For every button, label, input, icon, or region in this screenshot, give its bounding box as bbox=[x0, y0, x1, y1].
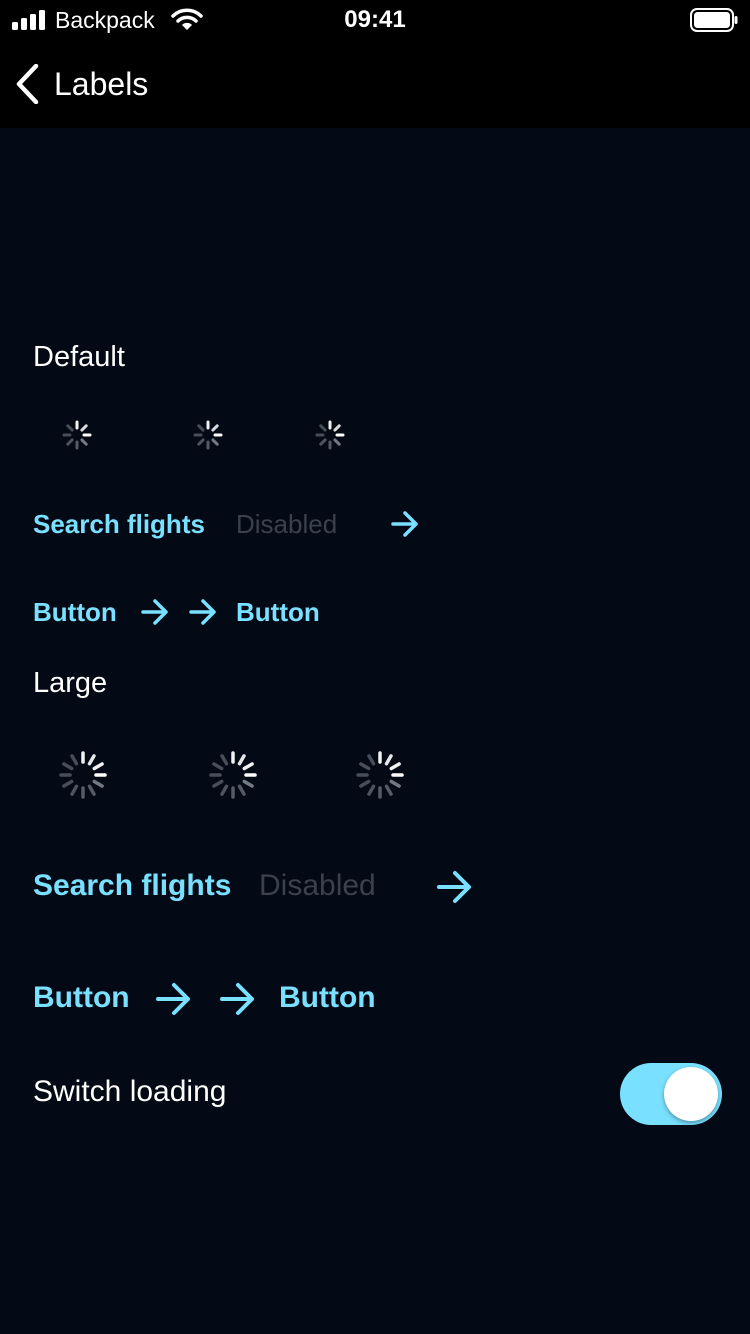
loading-spinner-icon bbox=[315, 420, 345, 450]
section-title-default: Default bbox=[33, 341, 125, 373]
switch-loading-label: Switch loading bbox=[33, 1075, 227, 1108]
disabled-button: Disabled bbox=[236, 509, 338, 539]
loading-spinner-icon bbox=[209, 751, 257, 799]
button-with-leading-arrow[interactable]: Button bbox=[236, 596, 320, 628]
arrow-right-icon[interactable] bbox=[141, 599, 169, 625]
section-title-large: Large bbox=[33, 667, 108, 699]
button-with-leading-arrow-large[interactable]: Button bbox=[279, 980, 376, 1016]
toggle-knob bbox=[664, 1067, 718, 1121]
search-flights-button[interactable]: Search flights bbox=[33, 508, 205, 540]
loading-spinner-icon bbox=[356, 751, 404, 799]
button-with-trailing-arrow[interactable]: Button bbox=[33, 596, 117, 628]
arrow-right-icon[interactable] bbox=[437, 870, 473, 904]
status-bar: Backpack 09:41 bbox=[0, 0, 750, 40]
switch-loading-toggle[interactable] bbox=[620, 1063, 722, 1125]
arrow-right-icon[interactable] bbox=[220, 982, 256, 1016]
arrow-right-icon[interactable] bbox=[156, 982, 192, 1016]
loading-spinner-icon bbox=[193, 420, 223, 450]
search-flights-button-large[interactable]: Search flights bbox=[33, 868, 231, 904]
button-with-trailing-arrow-large[interactable]: Button bbox=[33, 980, 130, 1016]
arrow-right-icon[interactable] bbox=[391, 511, 419, 537]
disabled-button-large: Disabled bbox=[259, 869, 376, 902]
chevron-left-icon bbox=[16, 64, 39, 104]
arrow-right-icon[interactable] bbox=[189, 599, 217, 625]
status-time: 09:41 bbox=[344, 6, 406, 33]
loading-spinner-icon bbox=[59, 751, 107, 799]
back-button[interactable]: Labels bbox=[14, 62, 148, 106]
loading-spinner-icon bbox=[62, 420, 92, 450]
battery-icon bbox=[690, 8, 738, 32]
navigation-bar: Labels bbox=[0, 40, 750, 128]
page-title: Labels bbox=[54, 66, 149, 102]
